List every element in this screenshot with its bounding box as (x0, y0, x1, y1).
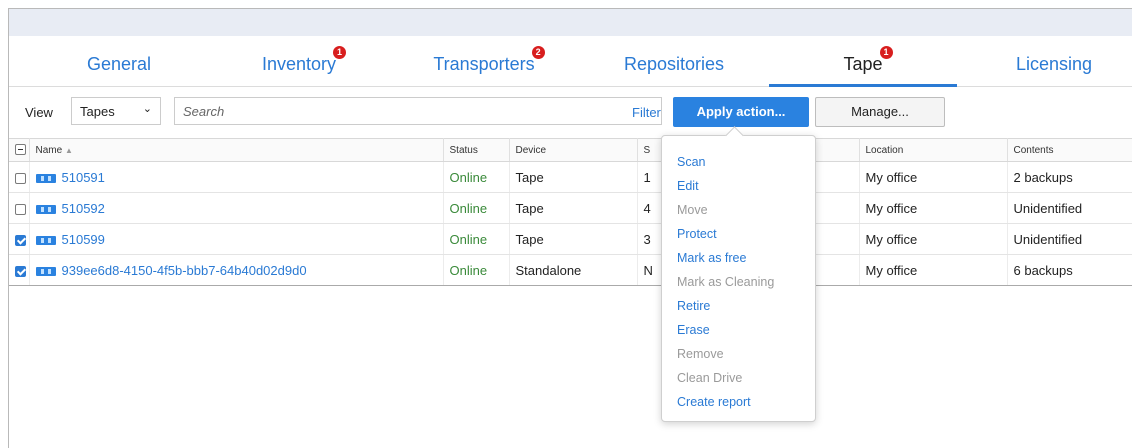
app-window: General Inventory 1 Transporters 2 Reposit… (8, 8, 1132, 448)
menu-item-protect[interactable]: Protect (677, 227, 717, 241)
row-checkbox[interactable] (15, 203, 26, 215)
row-checkbox[interactable] (15, 265, 26, 277)
filter-link[interactable]: Filter (632, 105, 661, 120)
location-cell: My office (859, 254, 1008, 286)
status-cell: Online (443, 161, 510, 193)
tab-label: Repositories (623, 54, 725, 74)
tapes-table: Name ▲ Status Device S Location Contents… (9, 138, 1132, 286)
notification-badge: 1 (333, 46, 347, 59)
search-input[interactable] (174, 97, 662, 125)
row-checkbox[interactable] (15, 172, 26, 184)
view-label: View (25, 105, 53, 120)
table-header-row: Name ▲ Status Device S Location Contents (9, 138, 1132, 162)
tape-name-link[interactable]: 510591 (62, 170, 105, 185)
tab-general[interactable]: General (49, 36, 189, 86)
tape-name-link[interactable]: 510599 (62, 232, 105, 247)
tab-label: Transporters (433, 54, 535, 74)
select-all-checkbox[interactable] (15, 144, 26, 156)
apply-action-menu: Scan Edit Move Protect Mark as free Mark… (661, 135, 816, 422)
device-cell: Tape (509, 223, 638, 255)
status-cell: Online (443, 223, 510, 255)
menu-item-create-report[interactable]: Create report (677, 395, 751, 409)
menu-item-mark-as-cleaning: Mark as Cleaning (677, 275, 775, 289)
manage-button[interactable]: Manage... (815, 97, 945, 127)
toolbar: View Tapes ⌄ Filter Apply action... Mana… (9, 87, 1132, 135)
status-cell: Online (443, 192, 510, 224)
notification-badge: 2 (531, 46, 545, 59)
location-cell: My office (859, 223, 1008, 255)
location-cell: My office (859, 192, 1008, 224)
tape-icon (35, 173, 56, 183)
notification-badge: 1 (879, 46, 893, 59)
status-cell: Online (443, 254, 510, 286)
tape-name-link[interactable]: 939ee6d8-4150-4f5b-bbb7-64b40d02d9d0 (62, 263, 307, 278)
menu-item-scan[interactable]: Scan (677, 155, 706, 169)
contents-cell: Unidentified (1007, 223, 1132, 255)
device-cell: Standalone (509, 254, 638, 286)
column-header-status[interactable]: Status (443, 138, 510, 162)
contents-cell: Unidentified (1007, 192, 1132, 224)
menu-item-erase[interactable]: Erase (677, 323, 710, 337)
tab-label: Inventory (261, 54, 337, 74)
location-cell: My office (859, 161, 1008, 193)
tab-transporters[interactable]: Transporters 2 (414, 36, 554, 86)
device-cell: Tape (509, 192, 638, 224)
tape-icon (35, 266, 56, 276)
menu-item-clean-drive: Clean Drive (677, 371, 743, 385)
tab-label: Tape (843, 54, 883, 74)
tab-label: Licensing (1015, 54, 1093, 74)
menu-item-remove: Remove (677, 347, 724, 361)
column-header-location[interactable]: Location (859, 138, 1008, 162)
sort-asc-icon: ▲ (64, 145, 73, 155)
apply-action-button[interactable]: Apply action... (673, 97, 809, 127)
table-row[interactable]: 510592 Online Tape 4 My office Unidentif… (9, 192, 1132, 224)
tape-name-link[interactable]: 510592 (62, 201, 105, 216)
table-row[interactable]: 510591 Online Tape 1 My office 2 backups (9, 161, 1132, 193)
tab-repositories[interactable]: Repositories (599, 36, 749, 86)
menu-item-mark-as-free[interactable]: Mark as free (677, 251, 746, 265)
column-header-device[interactable]: Device (509, 138, 638, 162)
tab-bar: General Inventory 1 Transporters 2 Reposit… (9, 36, 1132, 87)
view-select[interactable]: Tapes ⌄ (71, 97, 161, 125)
column-header-contents[interactable]: Contents (1007, 138, 1132, 162)
tape-icon (35, 204, 56, 214)
menu-item-edit[interactable]: Edit (677, 179, 699, 193)
device-cell: Tape (509, 161, 638, 193)
view-select-value: Tapes (80, 104, 115, 119)
contents-cell: 2 backups (1007, 161, 1132, 193)
row-checkbox[interactable] (15, 234, 26, 246)
contents-cell: 6 backups (1007, 254, 1132, 286)
column-header-name[interactable]: Name ▲ (29, 138, 444, 162)
top-strip (9, 9, 1132, 36)
table-row[interactable]: 939ee6d8-4150-4f5b-bbb7-64b40d02d9d0 Onl… (9, 254, 1132, 286)
menu-item-move: Move (677, 203, 708, 217)
chevron-down-icon: ⌄ (142, 103, 152, 115)
tab-label: General (86, 54, 152, 74)
table-row[interactable]: 510599 Online Tape 3 My office Unidentif… (9, 223, 1132, 255)
tab-tape[interactable]: Tape 1 (769, 36, 957, 87)
menu-item-retire[interactable]: Retire (677, 299, 710, 313)
tape-icon (35, 235, 56, 245)
tab-licensing[interactable]: Licensing (984, 36, 1124, 86)
tab-inventory[interactable]: Inventory 1 (229, 36, 369, 86)
select-all-cell (9, 138, 30, 162)
